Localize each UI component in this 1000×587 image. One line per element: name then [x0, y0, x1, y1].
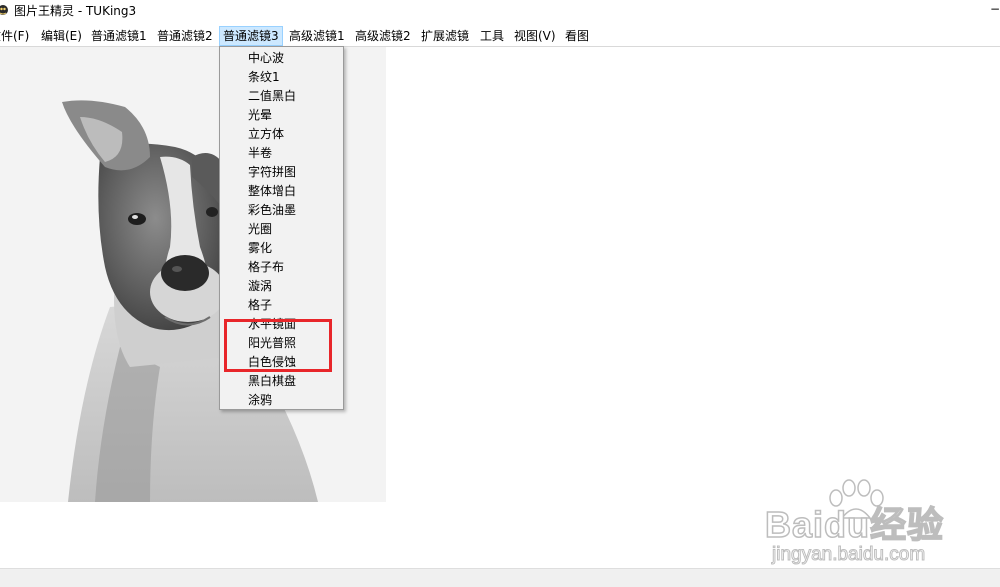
- menu-tools[interactable]: 工具: [477, 26, 507, 46]
- menu-option-half-roll[interactable]: 半卷: [220, 144, 343, 163]
- menu-advanced-filter-1[interactable]: 高级滤镜1: [286, 26, 348, 46]
- window-title: 图片王精灵 - TUKing3: [14, 4, 137, 18]
- menu-option-fog[interactable]: 雾化: [220, 239, 343, 258]
- menu-option-swirl[interactable]: 漩涡: [220, 277, 343, 296]
- menu-option-binary-bw[interactable]: 二值黑白: [220, 87, 343, 106]
- status-bar: [0, 568, 1000, 587]
- minimize-button[interactable]: −: [986, 0, 1000, 22]
- filter-dropdown-menu: 中心波 条纹1 二值黑白 光晕 立方体 半卷 字符拼图 整体增白 彩色油墨 光圈…: [219, 46, 344, 410]
- menu-option-horizontal-mirror[interactable]: 水平镜面: [220, 315, 343, 334]
- menu-option-bw-checkerboard[interactable]: 黑白棋盘: [220, 372, 343, 391]
- menu-option-center-wave[interactable]: 中心波: [220, 49, 343, 68]
- menu-normal-filter-1[interactable]: 普通滤镜1: [88, 26, 150, 46]
- menu-browse[interactable]: 看图: [562, 26, 592, 46]
- menu-view[interactable]: 视图(V): [511, 26, 559, 46]
- menu-option-white-erosion[interactable]: 白色侵蚀: [220, 353, 343, 372]
- menu-option-plaid[interactable]: 格子布: [220, 258, 343, 277]
- menu-option-grid[interactable]: 格子: [220, 296, 343, 315]
- menu-normal-filter-2[interactable]: 普通滤镜2: [154, 26, 216, 46]
- menu-option-graffiti[interactable]: 涂鸦: [220, 391, 343, 410]
- menu-edit[interactable]: 编辑(E): [38, 26, 85, 46]
- menu-bar: 文件(F) 编辑(E) 普通滤镜1 普通滤镜2 普通滤镜3 高级滤镜1 高级滤镜…: [0, 26, 1000, 46]
- menu-file[interactable]: 文件(F): [0, 26, 32, 46]
- menu-advanced-filter-2[interactable]: 高级滤镜2: [352, 26, 414, 46]
- menu-normal-filter-3[interactable]: 普通滤镜3: [219, 26, 283, 46]
- title-bar: 图片王精灵 - TUKing3 −: [0, 0, 1000, 24]
- paw-logo-icon: [829, 479, 884, 519]
- app-icon: [0, 5, 8, 15]
- menu-option-character-puzzle[interactable]: 字符拼图: [220, 163, 343, 182]
- menu-option-aperture[interactable]: 光圈: [220, 220, 343, 239]
- menu-option-sunshine[interactable]: 阳光普照: [220, 334, 343, 353]
- watermark-url: jingyan.baidu.com: [771, 544, 926, 566]
- menu-option-color-ink[interactable]: 彩色油墨: [220, 201, 343, 220]
- menu-option-stripes-1[interactable]: 条纹1: [220, 68, 343, 87]
- menu-option-halo[interactable]: 光晕: [220, 106, 343, 125]
- watermark-brand: Baidu经验: [764, 503, 945, 546]
- menu-extended-filter[interactable]: 扩展滤镜: [418, 26, 472, 46]
- menu-option-whiten[interactable]: 整体增白: [220, 182, 343, 201]
- baidu-watermark: Baidu经验 jingyan.baidu.com: [760, 478, 995, 574]
- menu-option-cube[interactable]: 立方体: [220, 125, 343, 144]
